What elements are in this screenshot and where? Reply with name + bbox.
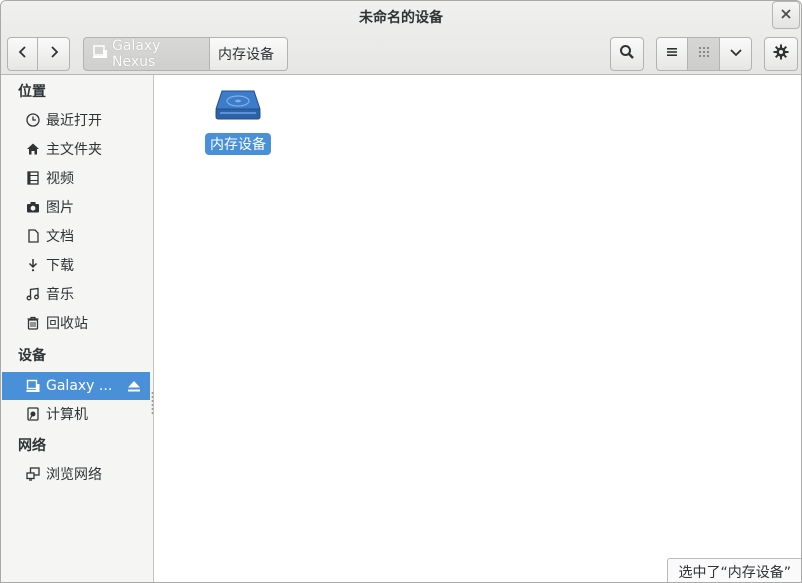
file-item[interactable]: 内存设备	[200, 87, 276, 155]
sidebar-item-label: 浏览网络	[46, 467, 102, 483]
sidebar-item-label: 回收站	[46, 316, 88, 332]
path-bar: Galaxy Nexus 内存设备	[83, 37, 288, 71]
sidebar-item-label: 最近打开	[46, 113, 102, 129]
sidebar-item-label: Galaxy ...	[46, 378, 113, 394]
list-view-icon	[666, 46, 678, 62]
phone-device-icon	[25, 378, 41, 394]
sidebar-item-pictures[interactable]: 图片	[2, 193, 150, 221]
sidebar-item-videos[interactable]: 视频	[2, 164, 150, 192]
grid-view-icon	[698, 46, 710, 62]
sidebar-item-music[interactable]: 音乐	[2, 280, 150, 308]
film-icon	[25, 170, 41, 186]
sidebar-item-trash[interactable]: 回收站	[2, 309, 150, 337]
clock-icon	[25, 112, 41, 128]
music-icon	[25, 286, 41, 302]
sidebar-item-label: 下载	[46, 258, 74, 274]
chevron-left-icon	[18, 46, 28, 62]
sidebar-resize-grip[interactable]	[151, 391, 154, 415]
sidebar-item-downloads[interactable]: 下载	[2, 251, 150, 279]
sidebar-item-label: 图片	[46, 200, 74, 216]
close-button[interactable]	[772, 1, 800, 29]
phone-device-icon	[92, 44, 108, 64]
sidebar-item-label: 音乐	[46, 287, 74, 303]
search-button[interactable]	[610, 37, 644, 71]
devices-heading: 设备	[18, 348, 46, 364]
window-title: 未命名的设备	[359, 10, 443, 26]
back-button[interactable]	[7, 37, 38, 71]
sidebar-item-label: 文档	[46, 229, 74, 245]
sidebar-item-home[interactable]: 主文件夹	[2, 135, 150, 163]
grid-view-button[interactable]	[687, 37, 720, 71]
sidebar-item-label: 主文件夹	[46, 142, 102, 158]
sidebar-item-browse-network[interactable]: 浏览网络	[2, 460, 150, 488]
trash-icon	[25, 315, 41, 331]
path-crumb-current[interactable]: 内存设备	[210, 37, 288, 71]
list-view-button[interactable]	[656, 37, 688, 71]
download-icon	[25, 257, 41, 273]
close-icon	[781, 7, 791, 23]
document-icon	[25, 228, 41, 244]
eject-icon[interactable]	[127, 378, 141, 394]
path-crumb-device-label: Galaxy Nexus	[112, 38, 161, 70]
status-overlay: 选中了“内存设备”	[667, 558, 801, 582]
home-icon	[25, 141, 41, 157]
path-crumb-device[interactable]: Galaxy Nexus	[83, 37, 210, 71]
view-menu-button[interactable]	[719, 37, 752, 71]
network-icon	[25, 466, 41, 482]
file-view: 内存设备 选中了“内存设备”	[155, 75, 801, 582]
settings-button[interactable]	[764, 37, 798, 71]
sidebar: 位置 最近打开 主文件夹 视频 图片 文档 下载 音乐 回收站 设备 Galax…	[1, 75, 154, 582]
search-icon	[619, 44, 635, 64]
gear-icon	[773, 44, 789, 64]
file-item-label: 内存设备	[205, 133, 271, 155]
header-bar: 未命名的设备 Galaxy Nexus 内存设备	[1, 1, 801, 75]
file-manager-window: 未命名的设备 Galaxy Nexus 内存设备 位置 最近打开 主文件夹 视频…	[0, 0, 802, 583]
chevron-down-icon	[729, 46, 742, 62]
drive-icon	[214, 87, 262, 127]
sidebar-item-galaxy-nexus[interactable]: Galaxy ...	[2, 372, 150, 400]
sidebar-item-label: 视频	[46, 171, 74, 187]
places-heading: 位置	[18, 84, 46, 100]
camera-icon	[25, 199, 41, 215]
sidebar-item-documents[interactable]: 文档	[2, 222, 150, 250]
computer-icon	[25, 406, 41, 422]
forward-button[interactable]	[37, 37, 70, 71]
chevron-right-icon	[49, 46, 59, 62]
network-heading: 网络	[18, 438, 46, 454]
sidebar-item-recent[interactable]: 最近打开	[2, 106, 150, 134]
sidebar-item-label: 计算机	[46, 407, 88, 423]
sidebar-item-computer[interactable]: 计算机	[2, 400, 150, 428]
